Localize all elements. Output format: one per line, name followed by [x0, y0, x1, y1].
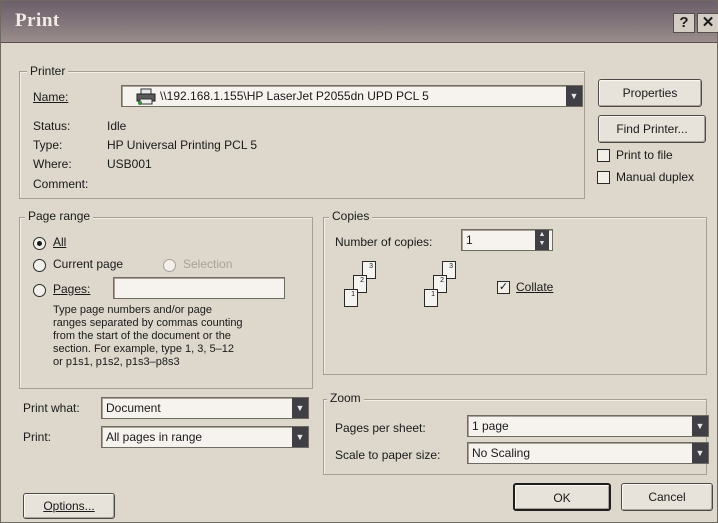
title-bar: Print ? ✕ [1, 1, 718, 43]
pages-input[interactable] [113, 277, 285, 299]
manual-duplex-label[interactable]: Manual duplex [616, 170, 694, 184]
help-line: from the start of the document or the [53, 330, 231, 342]
scale-select[interactable]: No Scaling ▼ [467, 442, 709, 464]
chevron-down-icon[interactable]: ▼ [292, 427, 308, 447]
help-button[interactable]: ? [673, 13, 695, 33]
help-line: section. For example, type 1, 3, 5–12 [53, 343, 234, 355]
pages-label[interactable]: Pages: [53, 282, 90, 296]
selection-label: Selection [183, 257, 233, 271]
print-value: All pages in range [106, 430, 203, 444]
print-label: Print: [23, 430, 52, 444]
where-value: USB001 [107, 157, 152, 171]
spin-up-icon[interactable]: ▲ [535, 230, 549, 239]
close-button[interactable]: ✕ [697, 13, 718, 33]
selection-radio [163, 259, 176, 272]
all-radio[interactable] [33, 237, 46, 250]
ok-button[interactable]: OK [513, 483, 611, 511]
collate-checkbox[interactable]: ✓ [497, 281, 510, 294]
page-icon: 1 [424, 289, 438, 307]
copies-spinner[interactable]: ▲ ▼ [535, 230, 549, 250]
chevron-down-icon[interactable]: ▼ [692, 443, 708, 463]
printer-icon [136, 88, 156, 105]
print-to-file-checkbox[interactable] [597, 149, 610, 162]
chevron-down-icon[interactable]: ▼ [566, 86, 582, 106]
name-label: Name: [33, 90, 69, 104]
print-what-label: Print what: [23, 401, 80, 415]
type-value: HP Universal Printing PCL 5 [107, 138, 258, 152]
chevron-down-icon[interactable]: ▼ [692, 416, 708, 436]
page-range-legend: Page range [25, 209, 94, 223]
help-line: ranges separated by commas counting [53, 317, 243, 329]
options-label: Options... [43, 499, 95, 513]
spin-down-icon[interactable]: ▼ [535, 239, 549, 248]
printer-name-select[interactable]: \\192.168.1.155\HP LaserJet P2055dn UPD … [121, 85, 583, 107]
help-line: or p1s1, p1s2, p1s3–p8s3 [53, 356, 180, 368]
page-icon: 1 [344, 289, 358, 307]
check-icon: ✓ [498, 281, 509, 293]
print-what-value: Document [106, 401, 161, 415]
window-title: Print [15, 10, 60, 31]
scale-value: No Scaling [472, 446, 531, 460]
copies-value: 1 [466, 233, 473, 247]
properties-label: Properties [622, 86, 678, 100]
where-label: Where: [33, 157, 72, 171]
help-line: Type page numbers and/or page [53, 304, 213, 316]
number-of-copies-label: Number of copies: [335, 235, 433, 249]
current-page-label[interactable]: Current page [53, 257, 123, 271]
options-button[interactable]: Options... [23, 493, 115, 519]
pages-radio[interactable] [33, 284, 46, 297]
scale-label: Scale to paper size: [335, 448, 441, 462]
copies-legend: Copies [329, 209, 373, 223]
cancel-button[interactable]: Cancel [621, 483, 713, 511]
pages-per-sheet-select[interactable]: 1 page ▼ [467, 415, 709, 437]
print-select[interactable]: All pages in range ▼ [101, 426, 309, 448]
page-range-help: Type page numbers and/or page ranges sep… [53, 304, 311, 369]
zoom-legend: Zoom [327, 391, 364, 405]
print-dialog: Print ? ✕ Printer Name: \\192.168.1.155\… [0, 0, 718, 523]
all-label[interactable]: All [53, 235, 66, 249]
collate-label[interactable]: Collate [516, 280, 553, 294]
type-label: Type: [33, 138, 63, 152]
ok-label: OK [553, 491, 571, 505]
find-printer-button[interactable]: Find Printer... [598, 115, 706, 143]
printer-name-value: \\192.168.1.155\HP LaserJet P2055dn UPD … [160, 89, 429, 103]
current-page-radio[interactable] [33, 259, 46, 272]
comment-label: Comment: [33, 177, 89, 191]
pages-per-sheet-label: Pages per sheet: [335, 421, 426, 435]
help-icon: ? [679, 14, 689, 31]
printer-legend: Printer [27, 64, 69, 78]
print-what-select[interactable]: Document ▼ [101, 397, 309, 419]
print-to-file-label[interactable]: Print to file [616, 148, 673, 162]
pages-per-sheet-value: 1 page [472, 419, 509, 433]
properties-button[interactable]: Properties [598, 79, 702, 107]
find-printer-label: Find Printer... [616, 122, 688, 136]
status-value: Idle [107, 119, 127, 133]
manual-duplex-checkbox[interactable] [597, 171, 610, 184]
status-label: Status: [33, 119, 71, 133]
cancel-label: Cancel [648, 490, 686, 504]
close-icon: ✕ [701, 14, 715, 31]
chevron-down-icon[interactable]: ▼ [292, 398, 308, 418]
